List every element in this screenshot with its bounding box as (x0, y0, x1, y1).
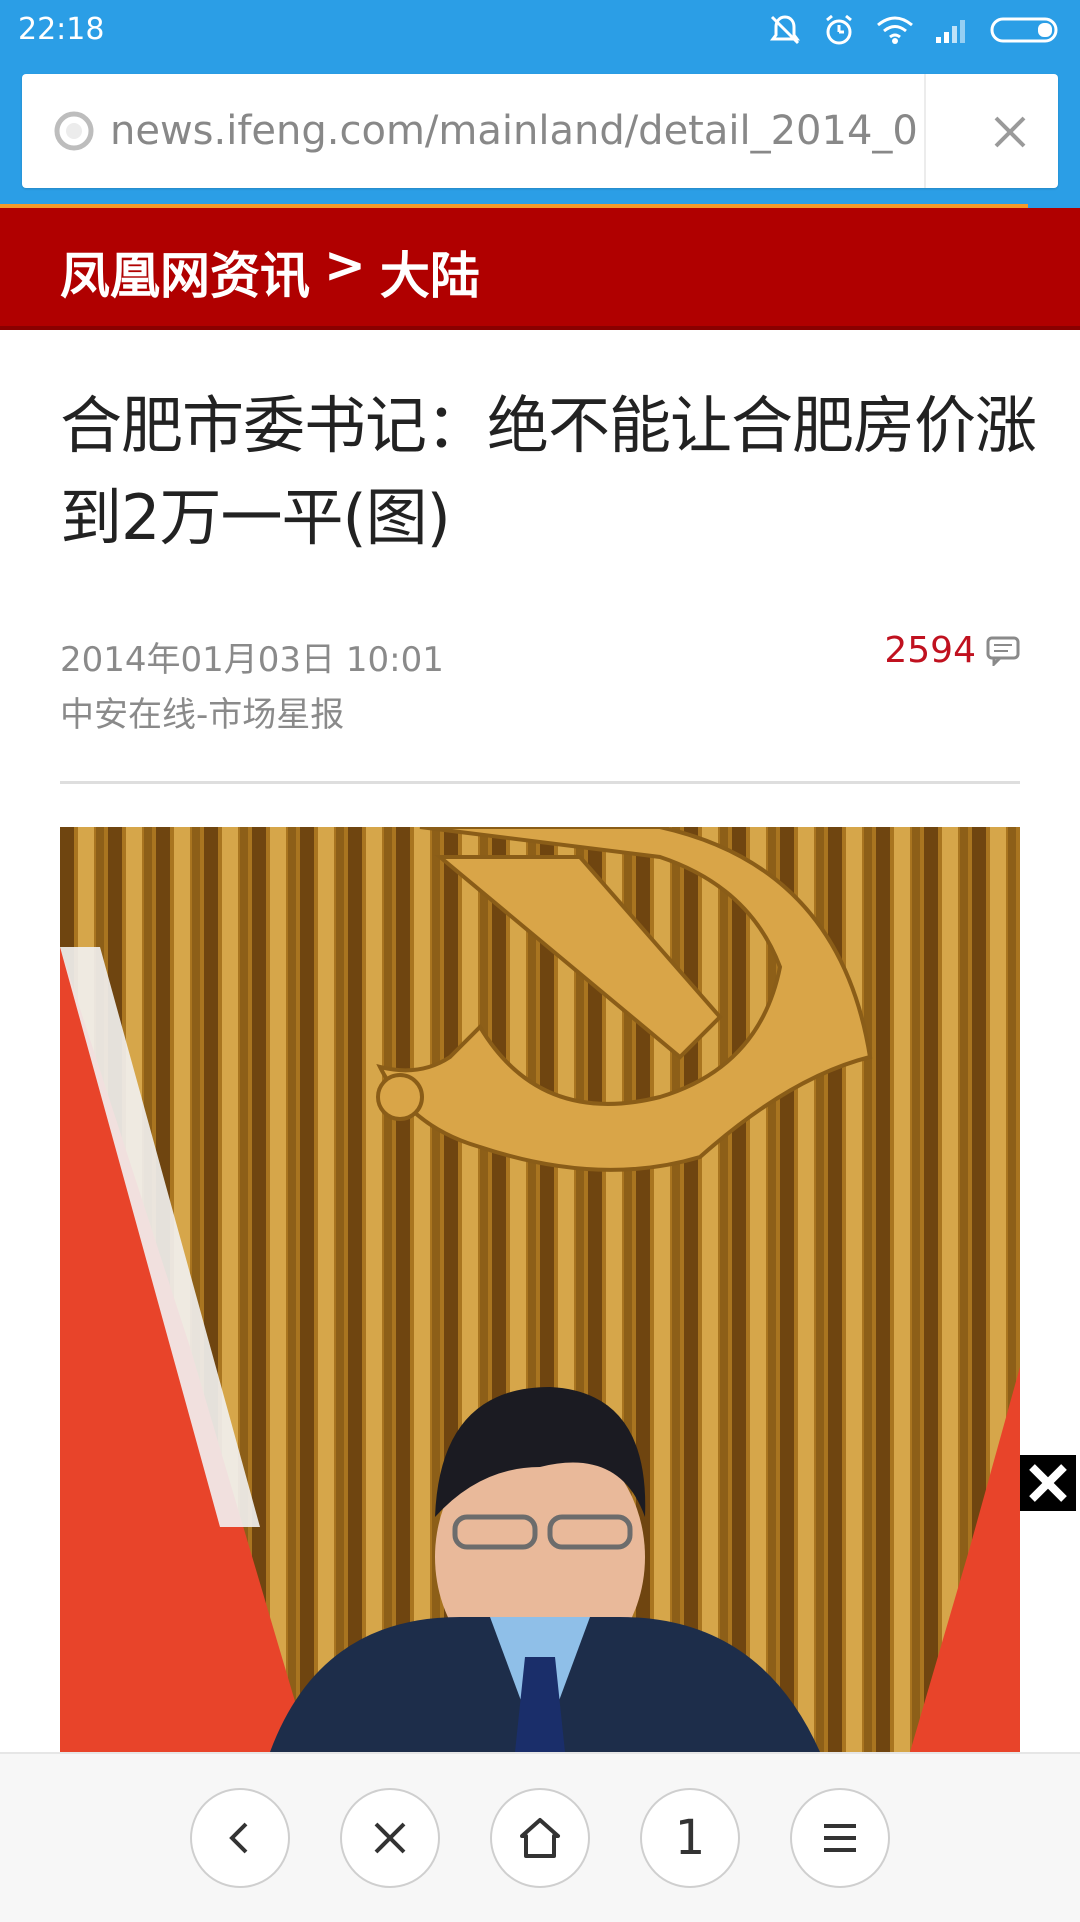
home-button[interactable] (490, 1788, 590, 1888)
breadcrumb-separator: > (324, 236, 366, 294)
home-icon (520, 1818, 560, 1858)
ad-close-button[interactable] (1020, 1455, 1076, 1511)
site-header: 凤凰网资讯 > 大陆 (0, 208, 1080, 330)
comment-count[interactable]: 2594 (884, 630, 976, 671)
browser-toolbar: news.ifeng.com/mainland/detail_2014_01/0 (0, 60, 1080, 209)
status-bar: 22:18 (0, 0, 1080, 60)
address-bar[interactable]: news.ifeng.com/mainland/detail_2014_01/0 (22, 74, 1058, 188)
article-source: 中安在线-市场星报 (60, 695, 345, 735)
menu-icon (824, 1824, 856, 1852)
close-icon[interactable] (982, 104, 1038, 160)
article-date: 2014年01月03日 10:01 (60, 640, 444, 680)
signal-icon (936, 20, 965, 43)
article-photo[interactable] (60, 827, 1020, 1752)
battery-icon (990, 17, 1058, 43)
back-icon (229, 1822, 248, 1854)
breadcrumb-site[interactable]: 凤凰网资讯 (60, 236, 310, 308)
close-icon (1029, 1464, 1067, 1502)
breadcrumb: 凤凰网资讯 > 大陆 (60, 236, 480, 308)
mute-icon (770, 15, 800, 45)
menu-button[interactable] (790, 1788, 890, 1888)
url-divider (924, 74, 926, 188)
alarm-icon (826, 14, 852, 45)
wifi-icon (877, 16, 913, 44)
breadcrumb-section[interactable]: 大陆 (380, 236, 480, 308)
meta-divider (60, 781, 1020, 784)
site-globe-icon (54, 111, 94, 151)
back-button[interactable] (190, 1788, 290, 1888)
article-title-line: 到2万一平(图) (60, 481, 451, 554)
article-title-line: 合肥市委书记：绝不能让合肥房价涨 (60, 389, 1037, 462)
comment-icon (986, 636, 1020, 666)
close-tab-button[interactable] (340, 1788, 440, 1888)
close-icon (374, 1822, 406, 1854)
status-time: 22:18 (18, 12, 105, 47)
article-title: 合肥市委书记：绝不能让合肥房价涨 到2万一平(图) (60, 380, 1080, 564)
bottom-toolbar: 1 (0, 1752, 1080, 1922)
status-icons (768, 10, 1062, 50)
comment-link[interactable]: 2594 (884, 630, 1020, 671)
tab-count: 1 (674, 1810, 706, 1866)
article-photo-illustration (60, 827, 1020, 1752)
url-text[interactable]: news.ifeng.com/mainland/detail_2014_01/0 (110, 104, 922, 158)
tabs-button[interactable]: 1 (640, 1788, 740, 1888)
